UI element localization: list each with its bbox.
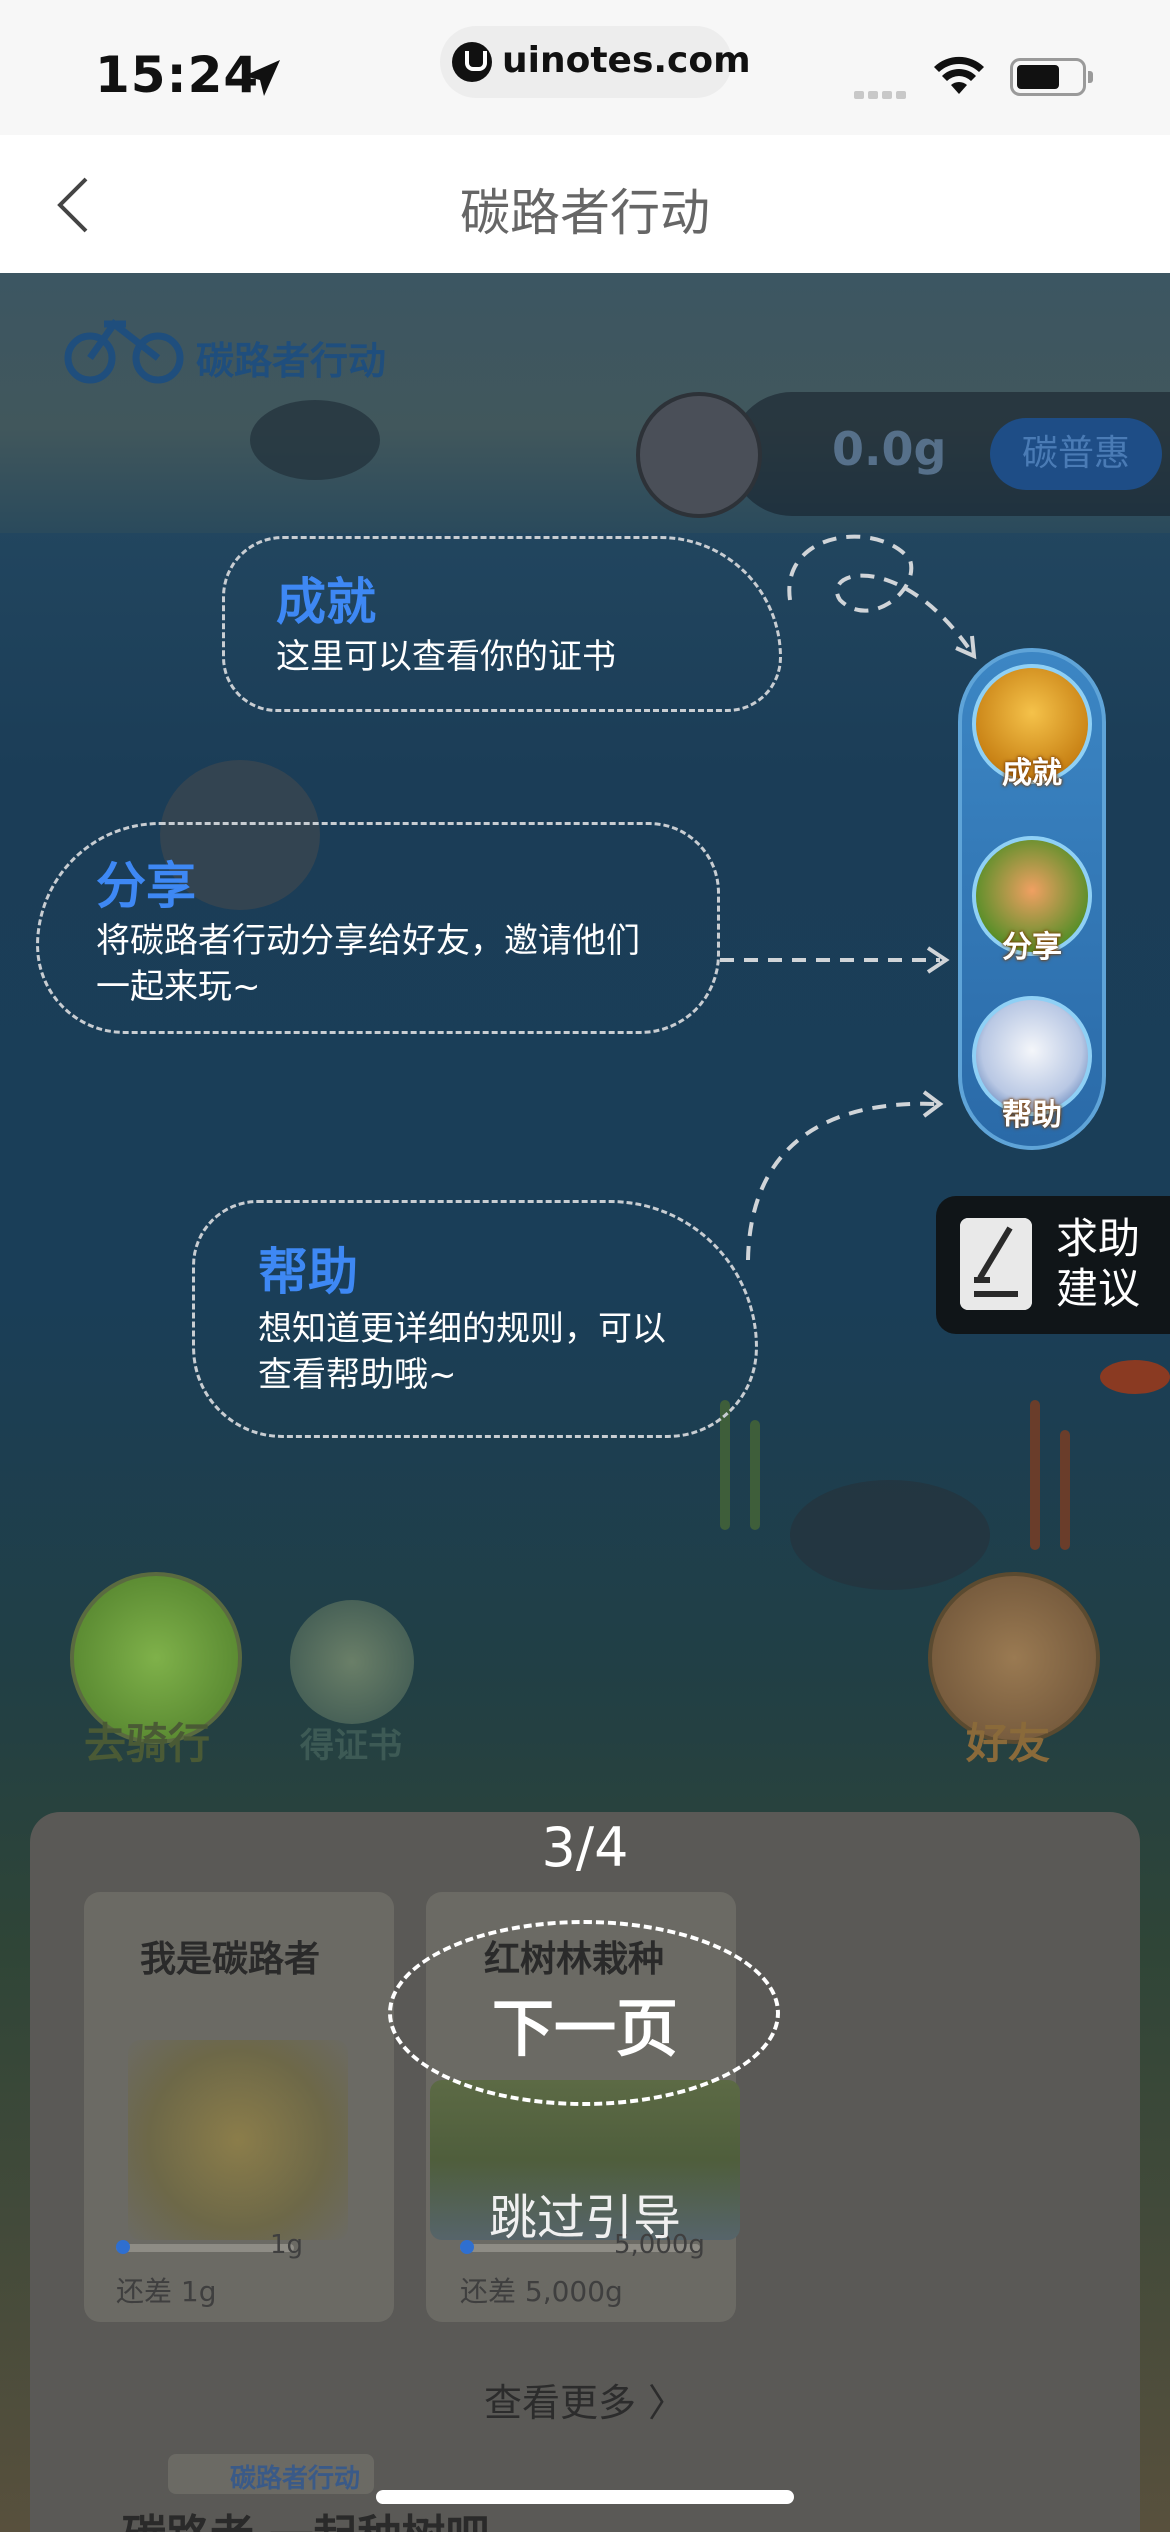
carbon-score: 0.0g xyxy=(832,422,947,476)
guide-desc-help-line2: 查看帮助哦~ xyxy=(258,1355,457,1395)
uinotes-logo-icon xyxy=(452,42,492,82)
guide-desc-share: 将碳路者行动分享给好友，邀请他们 一起来玩~ xyxy=(96,918,640,1010)
bike-logo-icon xyxy=(64,318,184,384)
avatar[interactable] xyxy=(636,392,762,518)
page-title: 碳路者行动 xyxy=(460,184,710,242)
guide-desc-share-line2: 一起来玩~ xyxy=(96,967,261,1007)
seaweed xyxy=(750,1420,760,1530)
certificate-button[interactable] xyxy=(290,1600,414,1724)
url-text: uinotes.com xyxy=(502,40,751,81)
rail-label-help: 帮助 xyxy=(1002,1098,1062,1133)
guide-desc-share-line1: 将碳路者行动分享给好友，邀请他们 xyxy=(96,921,640,961)
guide-arrow-help xyxy=(746,1090,944,1261)
scene-brand: 碳路者行动 xyxy=(196,339,387,383)
certificate-label: 得证书 xyxy=(300,1726,402,1766)
battery-icon xyxy=(1010,58,1093,96)
card-remaining: 还差 1g xyxy=(116,2275,217,2308)
guide-desc-help: 想知道更详细的规则，可以 查看帮助哦~ xyxy=(258,1306,666,1398)
feedback-pen-icon xyxy=(960,1218,1032,1310)
view-more-link[interactable]: 查看更多 〉 xyxy=(0,2372,1170,2427)
bottom-brand-text: 碳路者行动 xyxy=(230,2464,361,2494)
chevron-right-icon: 〉 xyxy=(648,2381,687,2425)
nav-bar: 碳路者行动 xyxy=(0,135,1170,273)
guide-arrow-share xyxy=(720,946,950,974)
bottom-banner-text: 碳路者 一起种树吧 xyxy=(122,2500,489,2532)
rock xyxy=(250,400,380,480)
guide-title-share: 分享 xyxy=(96,857,196,915)
status-time: 15:24 xyxy=(95,46,260,104)
coral xyxy=(1060,1430,1070,1550)
carbon-pu-button[interactable]: 碳普惠 xyxy=(990,418,1162,490)
friends-label: 好友 xyxy=(966,1719,1051,1768)
help-tab-label: 求助 建议 xyxy=(1056,1214,1140,1314)
next-page-label: 下一页 xyxy=(491,1992,678,2065)
card-title: 我是碳路者 xyxy=(140,1939,321,1980)
clownfish xyxy=(1100,1360,1170,1394)
help-tab-line2: 建议 xyxy=(1056,1264,1141,1313)
card-remaining: 还差 5,000g xyxy=(460,2275,623,2308)
wifi-icon xyxy=(934,56,984,94)
coral xyxy=(1030,1400,1040,1550)
home-indicator[interactable] xyxy=(376,2490,794,2504)
rail-label-share: 分享 xyxy=(1002,930,1062,965)
guide-desc-achievement: 这里可以查看你的证书 xyxy=(276,637,616,677)
guide-arrow-achievement xyxy=(787,534,977,660)
signal-icon xyxy=(854,84,912,99)
ride-label: 去骑行 xyxy=(84,1719,211,1768)
help-tab-line1: 求助 xyxy=(1056,1214,1141,1263)
rock xyxy=(790,1480,990,1590)
guide-title-achievement: 成就 xyxy=(276,573,376,631)
rail-label-achievement: 成就 xyxy=(1002,756,1062,791)
guide-desc-help-line1: 想知道更详细的规则，可以 xyxy=(258,1309,666,1349)
view-more-label: 查看更多 xyxy=(483,2381,636,2425)
guide-page-indicator: 3/4 xyxy=(541,1816,629,1879)
skip-guide-button[interactable]: 跳过引导 xyxy=(0,2178,1170,2248)
guide-title-help: 帮助 xyxy=(258,1243,358,1301)
location-arrow-icon xyxy=(244,60,280,96)
